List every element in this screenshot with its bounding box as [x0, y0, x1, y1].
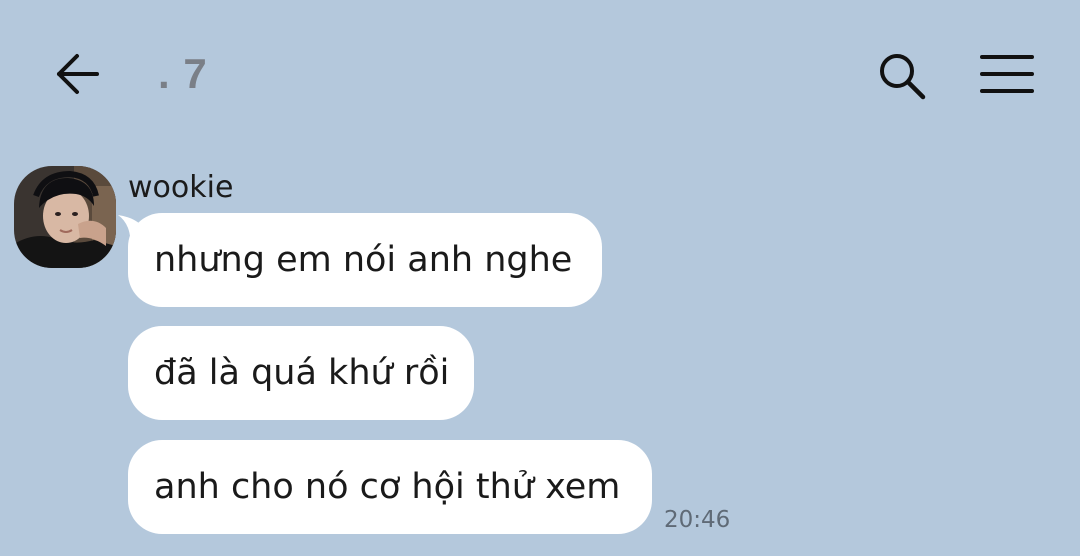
avatar[interactable]	[14, 166, 116, 268]
chat-header: . 7	[0, 0, 1080, 150]
chat-title[interactable]: . 7	[158, 48, 208, 100]
menu-button[interactable]	[976, 48, 1038, 100]
message-bubble[interactable]: đã là quá khứ rồi	[128, 326, 474, 420]
message-timestamp: 20:46	[664, 507, 731, 533]
search-icon	[880, 54, 926, 100]
search-button[interactable]	[874, 48, 930, 104]
hamburger-menu-icon	[980, 55, 1034, 93]
back-button[interactable]	[48, 48, 106, 100]
sender-name: wookie	[128, 170, 234, 205]
arrow-left-icon	[57, 54, 99, 94]
profile-photo	[14, 166, 116, 268]
message-bubble[interactable]: anh cho nó cơ hội thử xem	[128, 440, 652, 534]
message-bubble[interactable]: nhưng em nói anh nghe	[128, 213, 602, 307]
